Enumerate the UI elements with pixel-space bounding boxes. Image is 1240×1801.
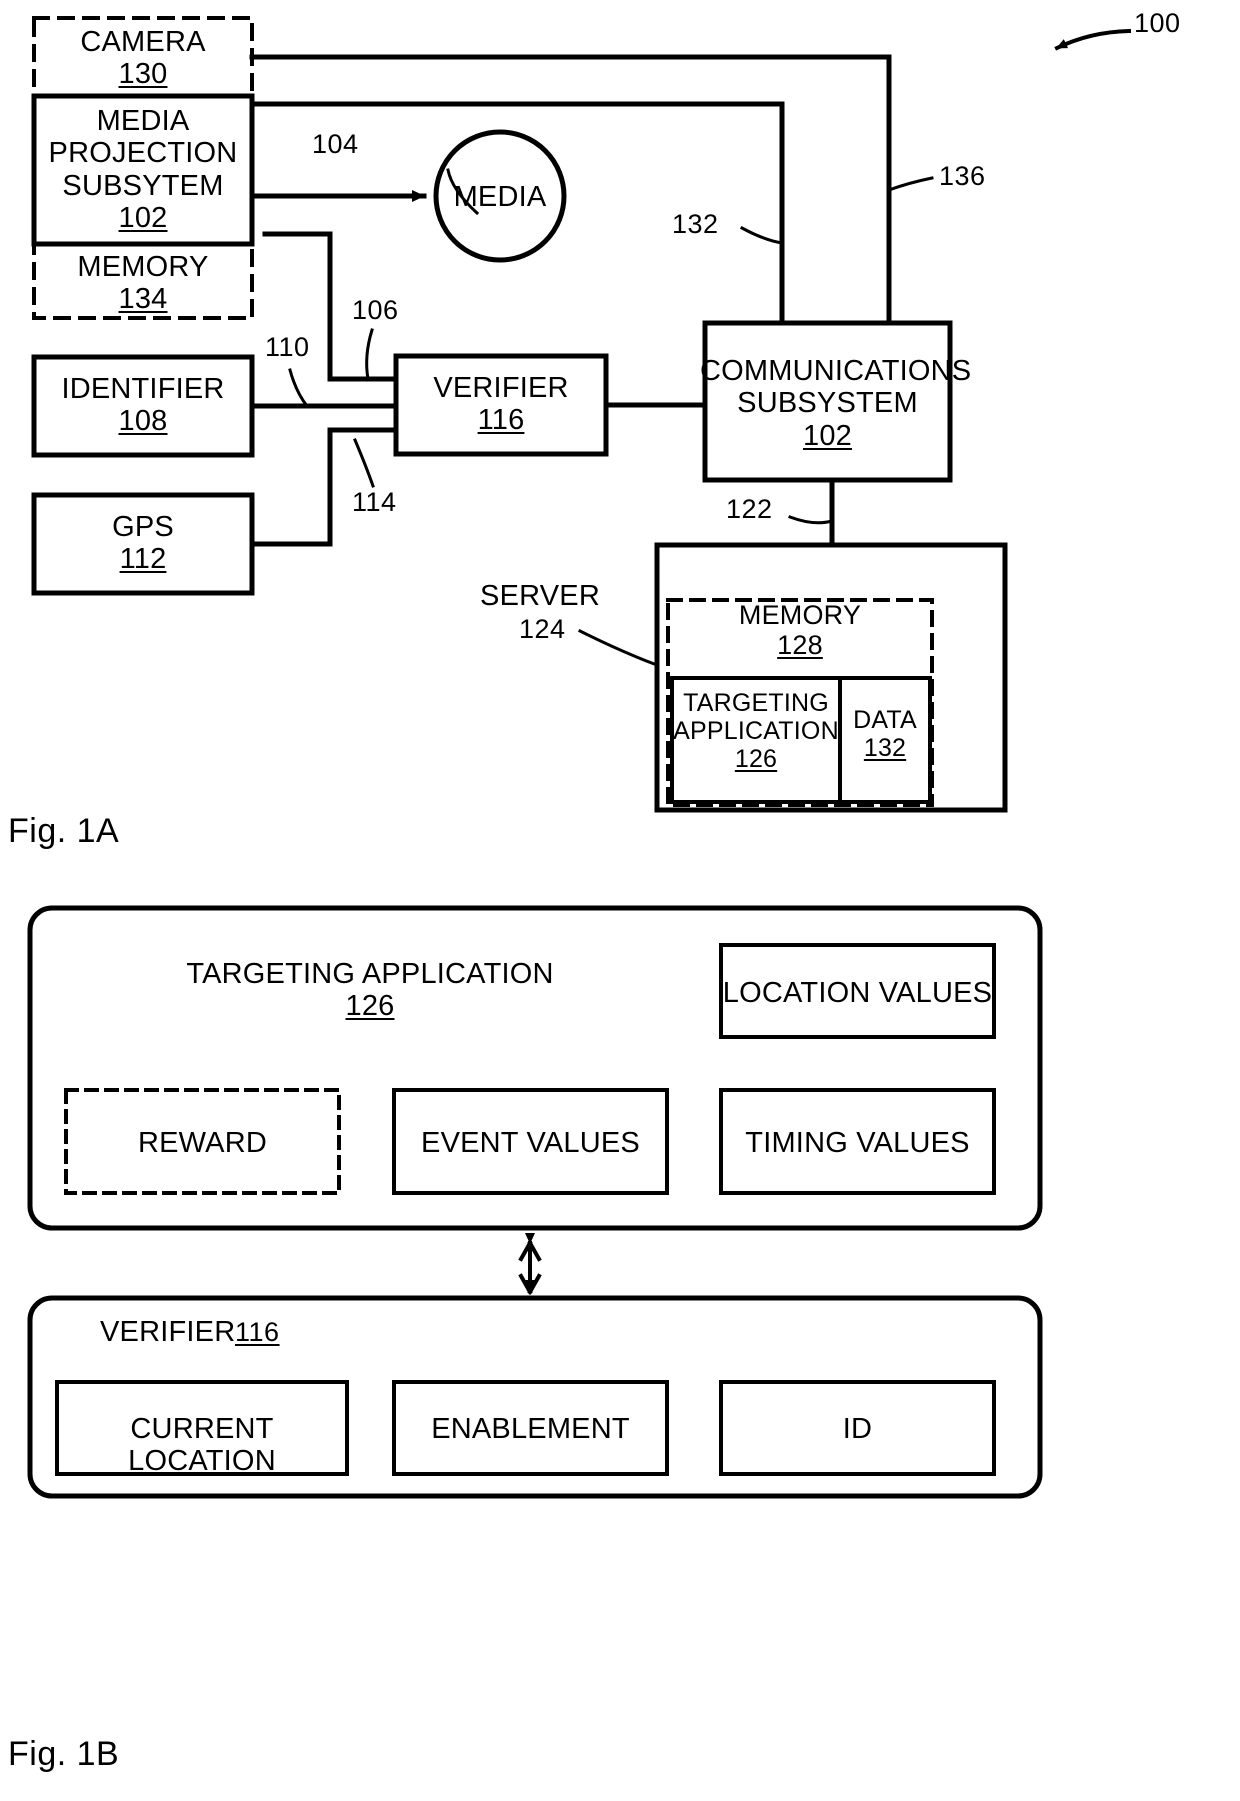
media-circle	[433, 129, 567, 263]
ref-114: 114	[352, 487, 397, 517]
fig1b-verifier-panel	[27, 1295, 1043, 1499]
fig1b-event-values-box	[392, 1088, 669, 1195]
fig1b-enablement-box	[392, 1380, 669, 1476]
lead-104	[446, 168, 480, 216]
ref-132-comms: 132	[672, 209, 719, 239]
diagram-vector-layer	[27, 16, 1132, 1499]
gps-box	[31, 492, 255, 596]
ref-104: 104	[312, 129, 359, 159]
wire-136	[249, 54, 892, 326]
identifier-box	[31, 354, 255, 458]
patent-figure-page: CAMERA 130 MEDIA PROJECTION SUBSYTEM 102 M…	[0, 0, 1240, 1801]
memory-134-box	[32, 242, 254, 320]
figure-1b-caption: Fig. 1B	[8, 1735, 120, 1773]
fig1b-verifier-ref: 116	[235, 1317, 280, 1347]
fig1b-location-values-box	[719, 943, 996, 1039]
lead-124	[577, 628, 659, 667]
targeting-application-box	[670, 676, 842, 804]
fig1b-reward-box	[64, 1088, 341, 1195]
ref-122: 122	[726, 494, 773, 524]
lead-132	[739, 225, 784, 245]
media-projection-subsystem-box	[31, 93, 255, 247]
fig1b-targeting-application-panel	[27, 905, 1043, 1231]
figure-1a-caption: Fig. 1A	[8, 812, 120, 850]
fig1b-id-box	[719, 1380, 996, 1476]
lead-110	[288, 368, 310, 409]
fig1b-current-location-box	[55, 1380, 349, 1476]
communications-subsystem-box	[702, 320, 953, 483]
lead-106	[365, 328, 374, 381]
lead-114	[353, 438, 375, 488]
ref-110: 110	[265, 332, 310, 362]
ref-106: 106	[352, 295, 399, 325]
camera-box	[32, 16, 254, 98]
server-ref: 124	[519, 614, 566, 644]
lead-136	[887, 176, 934, 192]
verifier-box	[393, 353, 609, 457]
fig1b-timing-values-box	[719, 1088, 996, 1195]
server-memory-box	[666, 598, 934, 807]
ref-100: 100	[1134, 8, 1181, 38]
lead-122	[788, 515, 834, 525]
data-box	[838, 676, 932, 804]
lead-100	[1054, 28, 1132, 51]
ref-136: 136	[939, 161, 986, 191]
